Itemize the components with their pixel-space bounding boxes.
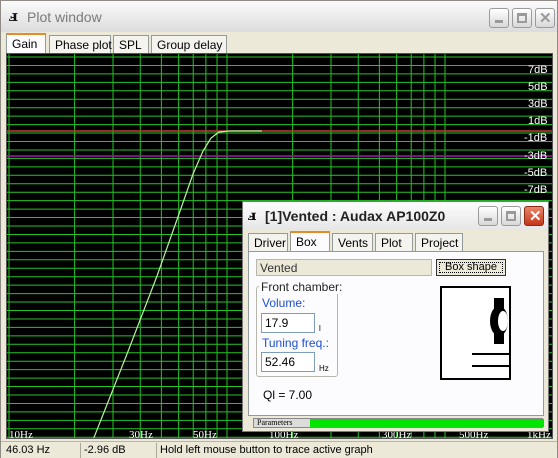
box-preview-drawing [442,288,509,378]
tab-phase-plot[interactable]: Phase plot [49,35,112,53]
maximize-icon [517,13,527,23]
db-label: -3dB [524,150,547,162]
tab-driver[interactable]: Driver [248,233,288,251]
maximize-icon [506,211,516,221]
parameters-label: Parameters [257,418,293,427]
dialog-maximize-button[interactable] [501,206,521,226]
tab-plot[interactable]: Plot [375,233,413,251]
close-button[interactable]: ✕ [535,8,555,28]
close-icon: ✕ [529,208,542,225]
minimize-icon [484,218,492,221]
tab-group-delay[interactable]: Group delay [151,35,227,53]
tuning-freq-unit: Hz [319,364,329,373]
db-label: 7dB [528,64,548,76]
tab-gain[interactable]: Gain [6,33,46,54]
minimize-button[interactable] [489,8,509,28]
ql-value: Ql = 7.00 [263,388,313,402]
tab-project[interactable]: Project [415,233,463,251]
title-bar[interactable]: ⅎ Plot window ✕ [1,1,557,32]
db-label: 3dB [528,98,548,110]
box-shape-preview [440,286,511,380]
volume-unit: l [319,324,321,333]
tuning-freq-label: Tuning freq.: [262,336,329,350]
app-icon: ⅎ [9,7,18,25]
tuning-freq-input[interactable]: 52.46 [261,352,315,372]
window-title: Plot window [27,9,102,25]
dialog-title-bar[interactable]: ⅎ [1]Vented : Audax AP100Z0 ✕ [243,202,548,230]
tab-box[interactable]: Box [290,231,330,252]
dialog-title: [1]Vented : Audax AP100Z0 [265,208,446,224]
db-label: 5dB [528,81,548,93]
db-label: 1dB [528,115,548,127]
status-frequency: 46.03 Hz [3,443,81,458]
db-label: -1dB [524,132,547,144]
box-tab-panel: Vented Box shape Front chamber: Volume: … [248,251,544,416]
volume-input[interactable]: 17.9 [261,313,315,333]
volume-label: Volume: [262,296,306,310]
db-label: -7dB [524,184,547,196]
close-icon: ✕ [539,10,552,27]
parameters-bar[interactable]: Parameters [253,418,544,428]
freq-label: 10Hz [9,429,33,439]
tab-vents[interactable]: Vents [332,233,373,251]
db-axis-labels: 7dB 5dB 3dB 1dB -1dB -3dB -5dB -7dB [524,64,548,196]
box-design-dialog: ⅎ [1]Vented : Audax AP100Z0 ✕ Driver Box… [242,201,549,432]
dialog-minimize-button[interactable] [478,206,498,226]
tab-spl[interactable]: SPL [113,35,149,53]
status-hint: Hold left mouse button to trace active g… [160,444,373,456]
status-bar: 46.03 Hz -2.96 dB Hold left mouse button… [1,441,557,458]
freq-label: 30Hz [129,429,153,439]
box-type-field[interactable]: Vented [256,259,432,276]
parameters-progress [310,419,544,427]
status-level: -2.96 dB [81,443,157,458]
minimize-icon [495,20,503,23]
db-label: -5dB [524,167,547,179]
dialog-close-button[interactable]: ✕ [524,206,544,226]
box-shape-button[interactable]: Box shape [436,259,506,276]
front-chamber-label: Front chamber: [259,280,345,294]
app-icon: ⅎ [248,208,257,224]
maximize-button[interactable] [512,8,532,28]
freq-label: 50Hz [193,429,217,439]
